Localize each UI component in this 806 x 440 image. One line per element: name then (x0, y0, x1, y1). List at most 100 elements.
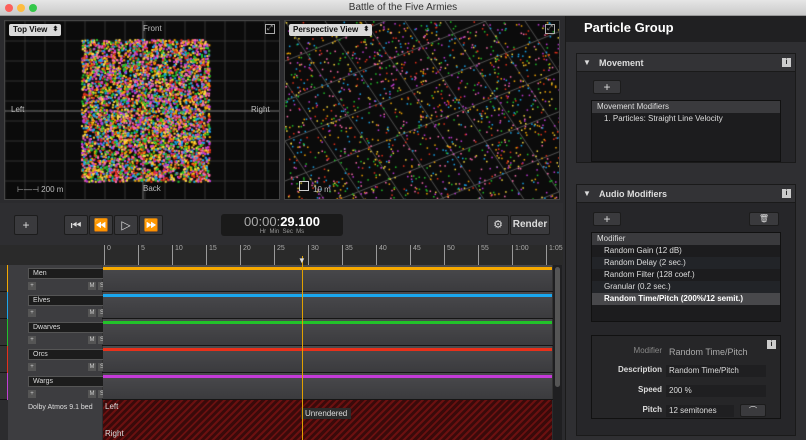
ruler-tick: 40 (376, 245, 387, 265)
audio-modifiers-section: ▼Audio Modifiersi + 🗑 Modifier Random Ga… (576, 184, 796, 436)
description-field[interactable]: Random Time/Pitch (666, 365, 766, 377)
track-region-bar[interactable] (103, 348, 552, 351)
list-item[interactable]: 1. Particles: Straight Line Velocity (592, 113, 780, 125)
track-name[interactable]: Dwarves (28, 322, 106, 333)
add-track-button[interactable]: + (14, 215, 38, 235)
mute-button[interactable]: M (88, 282, 96, 290)
ruler-tick: 35 (342, 245, 353, 265)
maximize-icon[interactable]: ⤢ (265, 24, 275, 34)
collapse-icon[interactable]: ▼ (583, 54, 591, 72)
scrollbar-thumb[interactable] (555, 267, 560, 387)
track-add-button[interactable]: + (28, 336, 36, 344)
mute-button[interactable]: M (88, 390, 96, 398)
mute-button[interactable]: M (88, 336, 96, 344)
left-label: Left (11, 105, 24, 114)
timecode-display: 00:00:29.100 Hr Min Sec Ms (221, 214, 343, 236)
track-wargs[interactable]: Wargs + M S (0, 373, 553, 400)
speed-field[interactable]: 200 % (666, 385, 766, 397)
track-orcs[interactable]: Orcs + M S (0, 346, 553, 373)
bed-track-header: Dolby Atmos 9.1 bed (8, 400, 102, 440)
track-add-button[interactable]: + (28, 309, 36, 317)
track-name[interactable]: Men (28, 268, 106, 279)
track-region-bar[interactable] (103, 267, 552, 270)
delete-modifier-button[interactable]: 🗑 (749, 212, 779, 226)
pitch-curve-button[interactable]: ⌒ (740, 404, 766, 417)
track-elves[interactable]: Elves + M S (0, 292, 553, 319)
track-region-bar[interactable] (103, 321, 552, 324)
list-item[interactable]: Random Gain (12 dB) (592, 245, 780, 257)
track-men[interactable]: Men + M S (0, 265, 553, 292)
trash-icon: 🗑 (759, 214, 769, 223)
top-view-selector[interactable]: Top View (9, 24, 61, 36)
perspective-viewport[interactable]: Perspective View 10 m ⤢ (284, 20, 560, 200)
back-label: Back (143, 184, 161, 193)
skip-to-start-button[interactable]: ⏮ (64, 215, 88, 235)
movement-header[interactable]: ▼ Movement i (577, 54, 795, 72)
track-region-bar[interactable] (103, 375, 552, 378)
play-button[interactable]: ▷ (114, 215, 138, 235)
rewind-button[interactable]: ⏪ (89, 215, 113, 235)
list-item[interactable]: Random Time/Pitch (200%/12 semit.) (592, 293, 780, 305)
movement-list: Movement Modifiers 1. Particles: Straigh… (591, 100, 781, 162)
list-item[interactable]: Random Delay (2 sec.) (592, 257, 780, 269)
timeline-ruler[interactable]: 05101520253035404550551:001:05 (0, 245, 563, 265)
ruler-tick: 30 (308, 245, 319, 265)
track-name[interactable]: Elves (28, 295, 106, 306)
list-item[interactable]: Random Filter (128 coef.) (592, 269, 780, 281)
collapse-icon[interactable]: ▼ (583, 185, 591, 203)
track-header: Orcs + M S (8, 346, 102, 373)
playhead[interactable]: ▼ (302, 256, 303, 440)
render-button[interactable]: Render (510, 215, 550, 235)
info-icon[interactable]: i (782, 58, 791, 67)
title-bar: Battle of the Five Armies (0, 0, 806, 16)
track-add-button[interactable]: + (28, 282, 36, 290)
track-lane[interactable] (103, 292, 552, 318)
track-lane[interactable] (103, 373, 552, 399)
mute-button[interactable]: M (88, 309, 96, 317)
track-header: Dwarves + M S (8, 319, 102, 346)
inspector-panel: Particle Group ▼Movementi + Movement Mod… (565, 16, 806, 440)
track-lane[interactable] (103, 265, 552, 291)
pitch-field[interactable]: 12 semitones (666, 405, 734, 417)
rewind-icon: ⏪ (94, 218, 109, 232)
ruler-tick: 1:00 (512, 245, 529, 265)
maximize-icon[interactable]: ⤢ (545, 24, 555, 34)
track-header: Elves + M S (8, 292, 102, 319)
track-add-button[interactable]: + (28, 390, 36, 398)
close-window-button[interactable] (5, 4, 13, 12)
info-icon[interactable]: i (782, 189, 791, 198)
track-name[interactable]: Wargs (28, 376, 106, 387)
play-icon: ▷ (121, 218, 130, 232)
timecode-prefix: 00:00: (244, 214, 280, 229)
track-header: Wargs + M S (8, 373, 102, 400)
ruler-tick: 45 (410, 245, 421, 265)
track-lane[interactable] (103, 319, 552, 345)
ruler-tick: 10 (172, 245, 183, 265)
modifier-label: Modifier (634, 346, 662, 355)
timeline-scrollbar[interactable] (553, 265, 562, 440)
track-name[interactable]: Orcs (28, 349, 106, 360)
add-modifier-button[interactable]: + (593, 212, 621, 226)
add-movement-button[interactable]: + (593, 80, 621, 94)
window-title: Battle of the Five Armies (349, 2, 457, 13)
audio-modifiers-header[interactable]: ▼Audio Modifiersi (577, 185, 795, 203)
playhead-handle-icon[interactable]: ▼ (298, 256, 306, 265)
zoom-window-button[interactable] (29, 4, 37, 12)
mute-button[interactable]: M (88, 363, 96, 371)
movement-list-header: Movement Modifiers (592, 101, 780, 113)
track-add-button[interactable]: + (28, 363, 36, 371)
list-item[interactable]: Granular (0.2 sec.) (592, 281, 780, 293)
top-view-viewport[interactable]: Top View Front Back Left Right ⊢—⊣ 200 m… (4, 20, 280, 200)
bed-left-label: Left (105, 402, 118, 411)
movement-title: Movement (599, 58, 644, 68)
speed-label: Speed (638, 385, 662, 394)
track-region-bar[interactable] (103, 294, 552, 297)
perspective-view-selector[interactable]: Perspective View (289, 24, 372, 36)
settings-button[interactable]: ⚙ (487, 215, 509, 235)
track-lane[interactable] (103, 346, 552, 372)
track-dwarves[interactable]: Dwarves + M S (0, 319, 553, 346)
timecode-units: Hr Min Sec Ms (221, 229, 343, 235)
fast-forward-button[interactable]: ⏩ (139, 215, 163, 235)
minimize-window-button[interactable] (17, 4, 25, 12)
ruler-tick: 15 (206, 245, 217, 265)
